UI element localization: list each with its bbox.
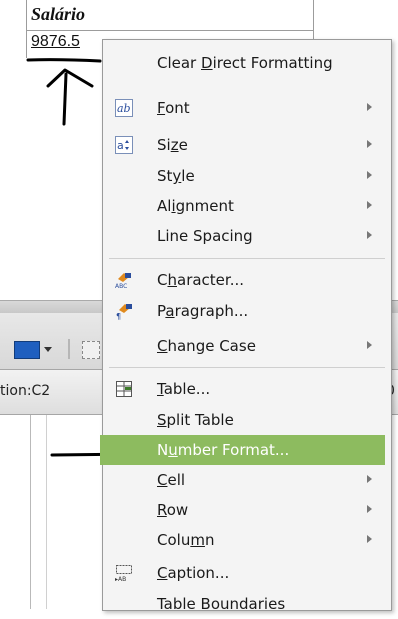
page-margin-line <box>46 415 47 609</box>
caption-icon: ▸AB <box>115 565 132 582</box>
character-icon: ABC <box>115 273 131 289</box>
menu-item-label: Table... <box>157 380 211 398</box>
menu-item-label: Row <box>157 501 189 519</box>
menu-item-split-table[interactable]: Split Table <box>103 405 391 435</box>
submenu-arrow-icon <box>367 171 372 179</box>
menu-item-caption[interactable]: ▸AB Caption... <box>103 558 391 588</box>
menu-item-label: Split Table <box>157 411 234 429</box>
menu-item-label: Style <box>157 167 195 185</box>
menu-separator <box>109 258 385 259</box>
menu-item-clear-direct-formatting[interactable]: Clear Direct Formatting <box>103 48 391 78</box>
menu-item-label: Table Boundaries <box>157 595 286 613</box>
menu-item-label: Paragraph... <box>157 302 249 320</box>
menu-item-label: Number Format... <box>157 441 290 459</box>
color-swatch-icon <box>14 341 40 359</box>
svg-text:¶: ¶ <box>116 312 121 320</box>
chevron-down-icon[interactable] <box>44 347 52 352</box>
context-menu: Clear Direct Formatting ab Font a Size S… <box>100 39 392 613</box>
toolbar-separator <box>68 339 70 359</box>
submenu-arrow-icon <box>367 231 372 239</box>
menu-item-label: Caption... <box>157 564 230 582</box>
menu-item-label: Clear Direct Formatting <box>157 54 333 72</box>
svg-text:ab: ab <box>117 102 131 115</box>
menu-item-font[interactable]: ab Font <box>103 93 391 123</box>
menu-item-label: Font <box>157 99 190 117</box>
menu-item-label: Change Case <box>157 337 256 355</box>
table-header-cell[interactable]: Salário <box>31 4 85 25</box>
svg-text:▸AB: ▸AB <box>115 576 126 582</box>
menu-item-change-case[interactable]: Change Case <box>103 331 391 361</box>
menu-item-size[interactable]: a Size <box>103 130 391 160</box>
menu-item-style[interactable]: Style <box>103 161 391 191</box>
font-icon: ab <box>115 99 133 117</box>
font-size-icon: a <box>115 136 133 154</box>
submenu-arrow-icon <box>367 140 372 148</box>
menu-item-character[interactable]: ABC Character... <box>103 265 391 295</box>
menu-item-number-format[interactable]: Number Format... <box>100 435 385 465</box>
menu-item-label: Alignment <box>157 197 234 215</box>
submenu-arrow-icon <box>367 103 372 111</box>
menu-item-row[interactable]: Row <box>103 495 391 525</box>
menu-item-table-boundaries[interactable]: Table Boundaries <box>103 589 391 619</box>
page-margin-line <box>30 415 31 609</box>
submenu-arrow-icon <box>367 341 372 349</box>
table-value-cell[interactable]: 9876.5 <box>31 33 80 51</box>
menu-item-label: Size <box>157 136 188 154</box>
menu-item-label: Column <box>157 531 215 549</box>
menu-separator <box>109 367 385 368</box>
menu-item-paragraph[interactable]: ¶ Paragraph... <box>103 296 391 326</box>
menu-item-label: Cell <box>157 471 186 489</box>
menu-item-label: Line Spacing <box>157 227 253 245</box>
menu-item-line-spacing[interactable]: Line Spacing <box>103 221 391 251</box>
submenu-arrow-icon <box>367 505 372 513</box>
menu-item-cell[interactable]: Cell <box>103 465 391 495</box>
menu-item-alignment[interactable]: Alignment <box>103 191 391 221</box>
submenu-arrow-icon <box>367 475 372 483</box>
submenu-arrow-icon <box>367 535 372 543</box>
svg-text:ABC: ABC <box>115 283 127 289</box>
menu-item-label: Character... <box>157 271 245 289</box>
submenu-arrow-icon <box>367 201 372 209</box>
svg-text:a: a <box>117 139 124 152</box>
cell-position-label: tion:C2 <box>0 383 51 399</box>
paragraph-icon: ¶ <box>116 304 132 320</box>
font-color-button[interactable] <box>0 337 54 361</box>
menu-item-table[interactable]: Table... <box>103 374 391 404</box>
table-icon <box>116 381 132 397</box>
borders-icon[interactable] <box>82 341 100 359</box>
menu-item-column[interactable]: Column <box>103 525 391 555</box>
